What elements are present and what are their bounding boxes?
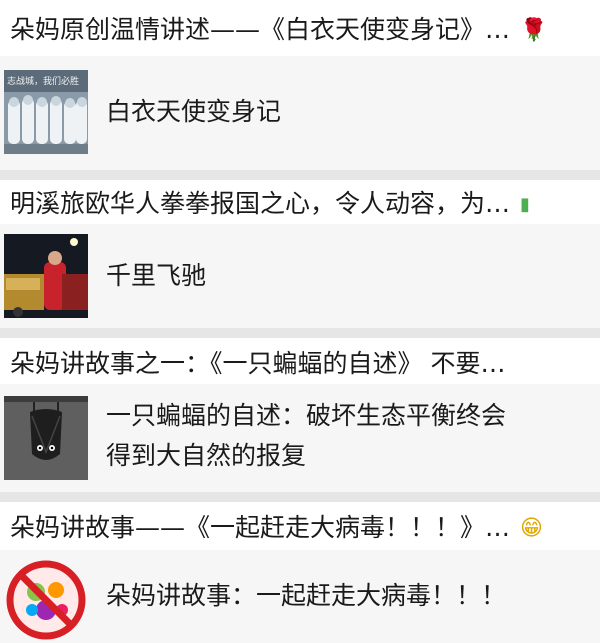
article-body-3-line2: 得到大自然的报复 [106,441,307,470]
article-thumbnail-4[interactable] [4,558,88,642]
article-body-3: 一只蝙蝠的自述：破坏生态平衡终会 得到大自然的报复 [106,396,580,476]
article-title-text-2: 明溪旅欧华人拳拳报国之心，令人动容，为… [10,189,511,218]
article-body-1: 白衣天使变身记 [106,97,282,126]
divider-3 [0,492,600,502]
article-preview-row-3[interactable]: 一只蝙蝠的自述：破坏生态平衡终会 得到大自然的报复 [0,384,600,492]
article-title-1[interactable]: 朵妈原创温情讲述——《白衣天使变身记》… 🌹 [10,14,592,47]
article-preview-row-1[interactable]: 志战城，我们必胜 白衣天使变身记 [0,56,600,170]
article-feed: 朵妈原创温情讲述——《白衣天使变身记》… 🌹 志战城，我们必胜 白衣天使变身记 … [0,0,600,643]
article-title-2[interactable]: 明溪旅欧华人拳拳报国之心，令人动容，为… ▮ [10,188,592,221]
article-thumbnail-2[interactable] [4,234,88,318]
article-title-3[interactable]: 朵妈讲故事之一：《一只蝙蝠的自述》 不要… [10,348,592,380]
article-thumbnail-3[interactable] [4,396,88,480]
article-body-2: 千里飞驰 [106,261,207,290]
article-title-4[interactable]: 朵妈讲故事——《一起赶走大病毒！！！》… 😁 [10,512,592,545]
article-body-4: 朵妈讲故事：一起赶走大病毒！！！ [106,581,507,610]
bat-illustration-icon [4,396,88,480]
article-preview-row-4[interactable]: 朵妈讲故事：一起赶走大病毒！！！ [0,550,600,643]
thumb-caption: 志战城，我们必胜 [7,75,79,87]
article-card-1[interactable]: 朵妈原创温情讲述——《白衣天使变身记》… 🌹 志战城，我们必胜 白衣天使变身记 [0,0,600,170]
article-card-3[interactable]: 朵妈讲故事之一：《一只蝙蝠的自述》 不要… 一只蝙蝠的自述：破坏生态平衡终会 得… [0,338,600,492]
battery-icon: ▮ [519,194,530,215]
article-title-text-1: 朵妈原创温情讲述——《白衣天使变身记》… [10,15,511,44]
no-virus-illustration-icon [4,558,88,642]
article-card-4[interactable]: 朵妈讲故事——《一起赶走大病毒！！！》… 😁 朵妈讲故事：一起赶走大病毒！！！ [0,502,600,643]
article-preview-row-2[interactable]: 千里飞驰 [0,224,600,328]
article-thumbnail-1[interactable]: 志战城，我们必胜 [4,70,88,154]
divider-1 [0,170,600,180]
article-title-text-4: 朵妈讲故事——《一起赶走大病毒！！！》… [10,513,511,542]
truck-loading-photo-icon [4,234,88,318]
medical-team-photo-icon: 志战城，我们必胜 [4,70,88,154]
grin-emoji-icon: 😁 [519,516,543,541]
article-title-text-3: 朵妈讲故事之一：《一只蝙蝠的自述》 不要… [10,349,506,378]
rose-icon: 🌹 [519,18,548,43]
article-card-2[interactable]: 明溪旅欧华人拳拳报国之心，令人动容，为… ▮ 千里飞驰 [0,180,600,328]
divider-2 [0,328,600,338]
article-body-3-line1: 一只蝙蝠的自述：破坏生态平衡终会 [106,401,507,430]
